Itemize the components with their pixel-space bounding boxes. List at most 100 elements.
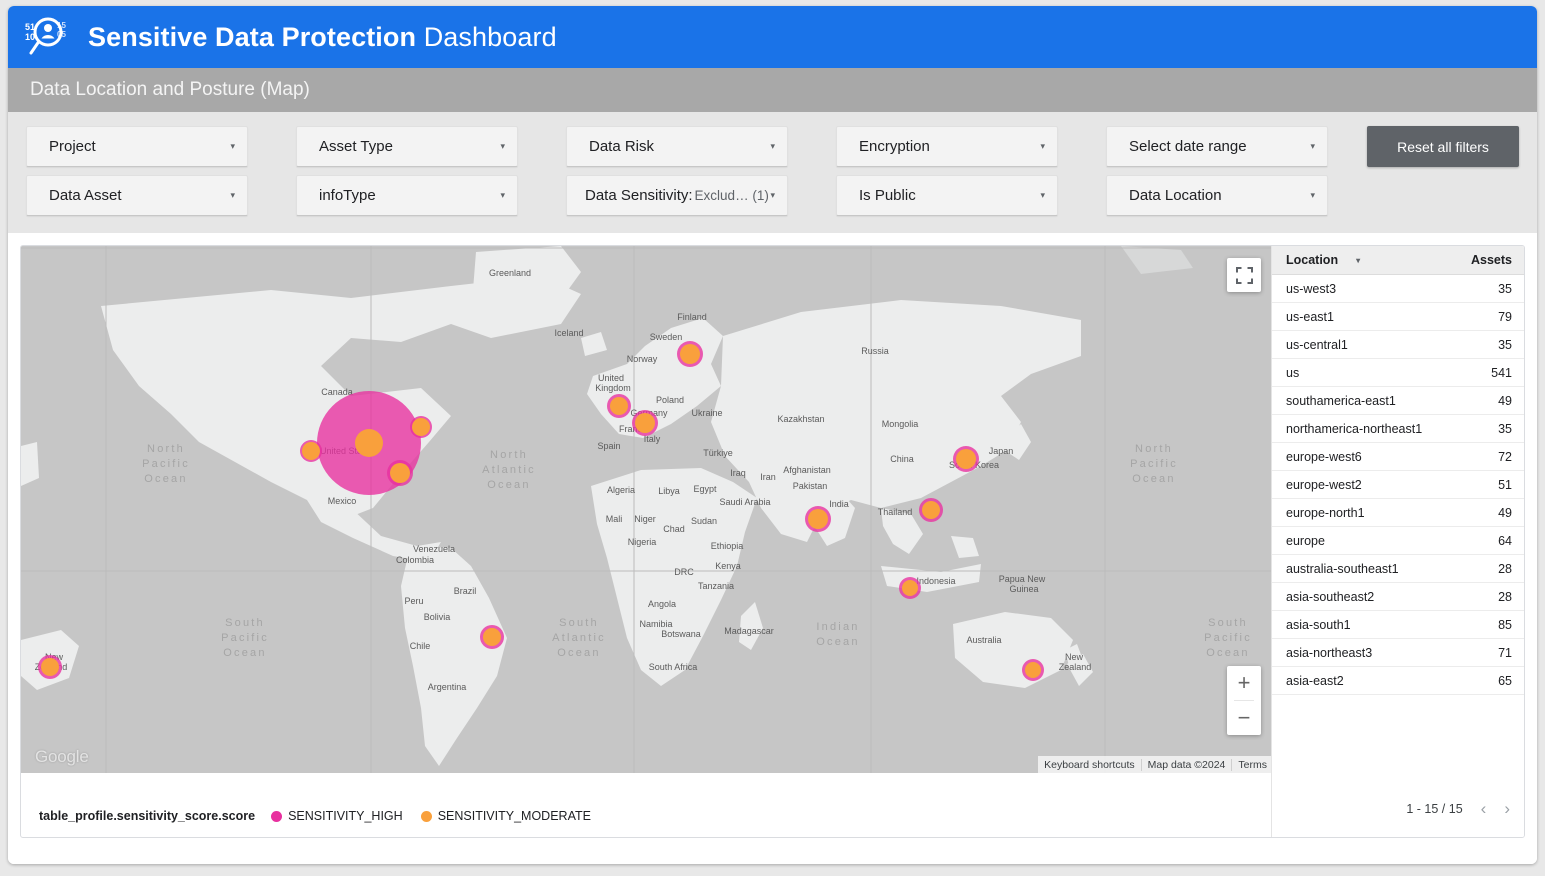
- map-country-label: Ukraine: [691, 408, 722, 418]
- table-row[interactable]: southamerica-east149: [1272, 387, 1524, 415]
- chevron-down-icon: ▾: [770, 142, 775, 151]
- table-row[interactable]: asia-east265: [1272, 667, 1524, 695]
- cell-location: us-east1: [1286, 310, 1334, 324]
- bubble-sensitivity-moderate: [483, 628, 501, 646]
- table-row[interactable]: asia-south185: [1272, 611, 1524, 639]
- table-row[interactable]: europe-west6 72: [1272, 443, 1524, 471]
- table-header-row: Location ▾ Assets: [1272, 246, 1524, 275]
- cell-location: australia-southeast1: [1286, 562, 1399, 576]
- table-row[interactable]: asia-southeast228: [1272, 583, 1524, 611]
- reset-all-filters-button[interactable]: Reset all filters: [1367, 126, 1519, 167]
- pagination-range: 1 - 15 / 15: [1406, 802, 1462, 816]
- map-country-label: Argentina: [428, 682, 467, 692]
- map-bubble[interactable]: [953, 446, 979, 472]
- map-ocean-label: Ocean: [487, 479, 530, 491]
- page-title-bold: Sensitive Data Protection: [88, 22, 416, 52]
- zoom-in-button[interactable]: +: [1227, 666, 1261, 700]
- filter-is-public[interactable]: Is Public ▾: [836, 175, 1058, 216]
- page-title-light: Dashboard: [416, 22, 557, 52]
- table-row[interactable]: europe-west251: [1272, 471, 1524, 499]
- bubble-sensitivity-moderate: [1025, 662, 1041, 678]
- cell-assets: 71: [1498, 646, 1512, 660]
- map-country-label: Pakistan: [793, 481, 828, 491]
- map-country-label: Iraq: [730, 468, 746, 478]
- map-ocean-label: North: [1135, 443, 1173, 455]
- fullscreen-icon[interactable]: [1227, 258, 1261, 292]
- legend-item-sensitivity-high[interactable]: SENSITIVITY_HIGH: [271, 809, 403, 823]
- filter-infotype[interactable]: infoType ▾: [296, 175, 518, 216]
- table-row[interactable]: europe-north149: [1272, 499, 1524, 527]
- filter-data-risk[interactable]: Data Risk ▾: [566, 126, 788, 167]
- table-row[interactable]: us-west335: [1272, 275, 1524, 303]
- map-ocean-label: Indian: [816, 621, 859, 633]
- filter-project-label: Project: [49, 138, 96, 155]
- filter-asset-type[interactable]: Asset Type ▾: [296, 126, 518, 167]
- map-bubble[interactable]: [300, 440, 322, 462]
- cell-assets: 49: [1498, 506, 1512, 520]
- map-country-label: Bolivia: [424, 612, 451, 622]
- map-bubble[interactable]: [387, 460, 413, 486]
- map-bubble[interactable]: [632, 410, 658, 436]
- cell-location: europe-west6: [1286, 450, 1362, 464]
- cell-location: us-central1: [1286, 338, 1348, 352]
- table-row[interactable]: europe64: [1272, 527, 1524, 555]
- filter-encryption-label: Encryption: [859, 138, 930, 155]
- map-bubble[interactable]: [480, 625, 504, 649]
- cell-location: asia-east2: [1286, 674, 1344, 688]
- map-ocean-label: Pacific: [1130, 458, 1178, 470]
- table-row[interactable]: asia-northeast371: [1272, 639, 1524, 667]
- map-country-label: Nigeria: [628, 537, 657, 547]
- map-country-label: Angola: [648, 599, 676, 609]
- table-row[interactable]: australia-southeast128: [1272, 555, 1524, 583]
- bubble-sensitivity-moderate: [41, 658, 59, 676]
- terms-link[interactable]: Terms: [1231, 759, 1273, 771]
- table-row[interactable]: us-central1 35: [1272, 331, 1524, 359]
- filter-bar: Project ▾ Asset Type ▾ Data Risk ▾ Encry…: [8, 112, 1537, 233]
- filter-is-public-label: Is Public: [859, 187, 916, 204]
- map-bubble[interactable]: [899, 577, 921, 599]
- filter-project[interactable]: Project ▾: [26, 126, 248, 167]
- table-row[interactable]: us541: [1272, 359, 1524, 387]
- map-canvas[interactable]: NorthPacificOceanNorthAtlanticOceanNorth…: [21, 246, 1273, 773]
- table-row[interactable]: us-east179: [1272, 303, 1524, 331]
- map-bubble[interactable]: [38, 655, 62, 679]
- map-bubble[interactable]: [607, 394, 631, 418]
- map-bubble[interactable]: [805, 506, 831, 532]
- legend-item-sensitivity-moderate[interactable]: SENSITIVITY_MODERATE: [421, 809, 591, 823]
- map-bubble[interactable]: [1022, 659, 1044, 681]
- legend-swatch-moderate: [421, 811, 432, 822]
- map-country-label: Iceland: [554, 328, 583, 338]
- zoom-out-button[interactable]: −: [1227, 701, 1261, 735]
- map-country-label: Zealand: [1059, 662, 1092, 672]
- map-bubble[interactable]: [677, 341, 703, 367]
- column-header-assets[interactable]: Assets: [1471, 253, 1512, 267]
- sort-descending-icon[interactable]: ▾: [1356, 256, 1360, 265]
- pagination-next-button[interactable]: ›: [1504, 800, 1510, 817]
- filter-data-location[interactable]: Data Location ▾: [1106, 175, 1328, 216]
- table-row[interactable]: northamerica-northeast135: [1272, 415, 1524, 443]
- world-map-svg: NorthPacificOceanNorthAtlanticOceanNorth…: [21, 246, 1273, 773]
- map-country-label: DRC: [674, 567, 694, 577]
- map-zoom-controls[interactable]: + −: [1227, 666, 1261, 735]
- column-header-location[interactable]: Location: [1286, 253, 1338, 267]
- section-title: Data Location and Posture (Map): [30, 79, 310, 101]
- filter-data-sensitivity[interactable]: Data Sensitivity: Exclud… (1) ▾: [566, 175, 788, 216]
- map-country-label: Algeria: [607, 485, 635, 495]
- map-bubble[interactable]: [410, 416, 432, 438]
- pagination-prev-button[interactable]: ‹: [1481, 800, 1487, 817]
- map-country-label: Saudi Arabia: [719, 497, 770, 507]
- map-bubble[interactable]: [919, 498, 943, 522]
- map-country-label: Egypt: [693, 484, 717, 494]
- cell-assets: 72: [1498, 450, 1512, 464]
- filter-data-asset[interactable]: Data Asset ▾: [26, 175, 248, 216]
- cell-assets: 35: [1498, 338, 1512, 352]
- map-country-label: Namibia: [639, 619, 672, 629]
- chevron-down-icon: ▾: [500, 142, 505, 151]
- cell-location: us-west3: [1286, 282, 1336, 296]
- bubble-sensitivity-moderate: [902, 580, 918, 596]
- map-country-label: Tanzania: [698, 581, 734, 591]
- filter-date-range-label: Select date range: [1129, 138, 1247, 155]
- filter-encryption[interactable]: Encryption ▾: [836, 126, 1058, 167]
- filter-date-range[interactable]: Select date range ▾: [1106, 126, 1328, 167]
- keyboard-shortcuts-link[interactable]: Keyboard shortcuts: [1038, 759, 1140, 771]
